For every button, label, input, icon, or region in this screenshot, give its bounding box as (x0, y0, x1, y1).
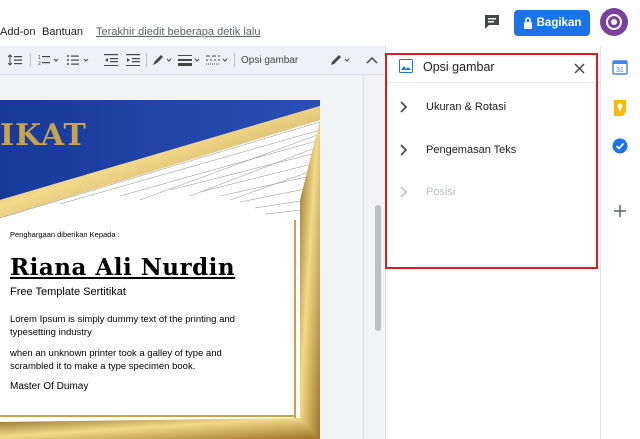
add-icon[interactable] (614, 204, 626, 222)
decrease-indent-icon[interactable] (104, 46, 118, 74)
certificate-paragraph-1: Lorem Ipsum is simply dummy text of the … (10, 314, 235, 338)
image-options-label: Opsi gambar (241, 54, 299, 66)
border-dash-icon[interactable] (206, 46, 230, 74)
collapse-toolbar-icon[interactable] (366, 46, 378, 74)
share-button[interactable]: Bagikan (514, 10, 590, 36)
svg-text:2: 2 (38, 61, 41, 66)
certificate-signature: Master Of Dumay (10, 381, 89, 392)
lock-icon (523, 17, 532, 29)
page-edge (363, 75, 364, 439)
bulleted-list-icon[interactable] (66, 46, 92, 74)
scrollbar-thumb[interactable] (375, 205, 381, 331)
numbered-list-icon[interactable]: 12 (38, 46, 60, 74)
tasks-icon[interactable] (612, 138, 628, 159)
certificate-heading: IKAT (0, 118, 87, 153)
awarded-to-text: Penghargaan diberikan Kepada : (10, 230, 120, 239)
menu-help[interactable]: Bantuan (42, 26, 83, 38)
calendar-icon[interactable]: 31 (612, 59, 628, 80)
share-label: Bagikan (536, 17, 582, 29)
increase-indent-icon[interactable] (126, 46, 140, 74)
toolbar: 12 Opsi gambar (0, 46, 384, 75)
svg-text:31: 31 (616, 67, 624, 74)
menu-addon[interactable]: Add-on (0, 26, 35, 38)
border-color-icon[interactable] (152, 46, 174, 74)
edit-mode-icon[interactable] (330, 46, 354, 74)
certificate-subtitle: Free Template Sertitikat (10, 286, 126, 298)
recipient-name: Riana Ali Nurdin (10, 254, 236, 281)
comment-icon[interactable] (482, 12, 502, 32)
avatar[interactable] (600, 8, 628, 36)
image-options-button[interactable]: Opsi gambar (241, 46, 298, 74)
highlight-box (385, 53, 598, 269)
line-spacing-icon[interactable] (8, 46, 22, 74)
border-weight-icon[interactable] (178, 46, 202, 74)
keep-icon[interactable] (613, 100, 627, 122)
last-edit-link[interactable]: Terakhir diedit beberapa detik lalu (96, 26, 261, 38)
certificate-paragraph-2: when an unknown printer took a galley of… (10, 348, 222, 372)
